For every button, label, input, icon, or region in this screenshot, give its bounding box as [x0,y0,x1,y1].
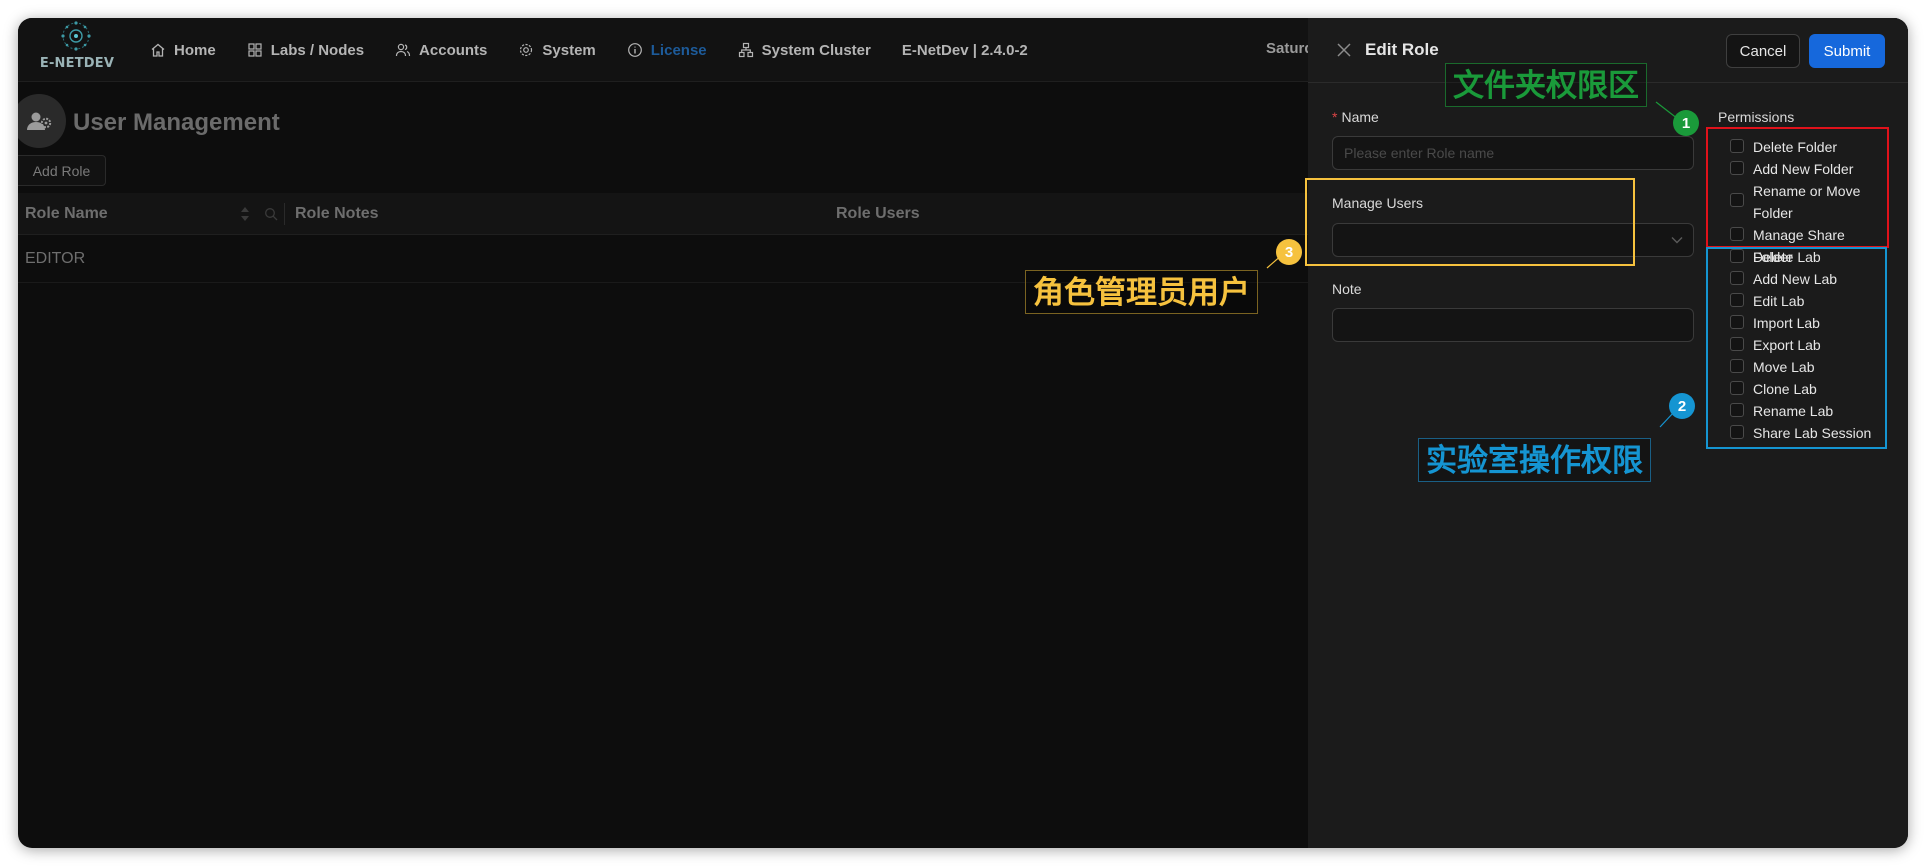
annotation-lab-permissions: 实验室操作权限 [1418,438,1651,482]
annotation-badge-2: 2 [1669,393,1695,419]
main-nav: Home Labs / Nodes Accounts System Licens… [150,18,1028,82]
close-icon[interactable] [1336,42,1352,58]
cluster-icon [738,42,753,58]
sort-icon[interactable] [240,206,250,222]
column-role-notes: Role Notes [295,205,379,222]
add-role-button[interactable]: Add Role [18,155,106,186]
role-name-input[interactable]: Please enter Role name [1332,136,1694,170]
lab-permissions-highlight [1706,247,1887,449]
note-label: Note [1332,281,1362,297]
nav-accounts-label: Accounts [419,41,488,59]
submit-button[interactable]: Submit [1809,34,1885,68]
nav-home[interactable]: Home [150,42,216,59]
manage-users-highlight [1305,178,1635,266]
role-name-cell: EDITOR [25,250,86,267]
user-management-icon [18,94,66,148]
nav-license[interactable]: License [627,42,707,59]
permissions-label: Permissions [1718,109,1795,125]
nav-labs-nodes[interactable]: Labs / Nodes [247,42,364,59]
version-label: E-NetDev | 2.4.0-2 [901,41,1028,59]
app-window: E-NETDEV Home Labs / Nodes Accounts Syst… [18,18,1908,848]
name-label: * Name [1332,109,1379,125]
nav-labs-nodes-label: Labs / Nodes [270,41,365,59]
logo-text: E-NETDEV [39,56,115,71]
table-header: Role Name Role Notes Role Users [18,193,1308,235]
page-title: User Management [73,109,280,136]
drawer-title: Edit Role [1365,40,1439,59]
role-name-placeholder: Please enter Role name [1344,145,1495,161]
column-role-users: Role Users [836,205,920,222]
chevron-down-icon [1671,237,1683,244]
home-icon [151,43,165,57]
nav-home-label: Home [174,41,216,59]
nav-system[interactable]: System [518,41,596,59]
logo-icon [61,21,91,51]
required-mark: * [1332,109,1338,125]
nav-accounts[interactable]: Accounts [395,42,487,59]
gear-icon [520,43,533,57]
users-icon [395,43,411,57]
annotation-badge-3: 3 [1276,239,1302,265]
cancel-button[interactable]: Cancel [1726,34,1800,68]
column-divider [284,203,285,225]
info-icon [627,43,642,57]
note-input[interactable] [1332,308,1694,342]
date-label: Saturd [1266,40,1314,57]
column-role-name: Role Name [25,205,108,222]
nav-license-label: License [650,41,707,59]
search-icon[interactable] [264,207,278,221]
annotation-manage-users: 角色管理员用户 [1025,270,1258,314]
nav-system-cluster-label: System Cluster [761,41,871,59]
logo[interactable]: E-NETDEV [38,20,114,78]
annotation-badge-1: 1 [1673,110,1699,136]
annotation-folder-permissions: 文件夹权限区 [1445,63,1647,107]
folder-permissions-highlight [1706,127,1889,248]
grid-icon [248,43,262,57]
nav-system-label: System [542,41,596,59]
nav-system-cluster[interactable]: System Cluster [738,42,871,59]
